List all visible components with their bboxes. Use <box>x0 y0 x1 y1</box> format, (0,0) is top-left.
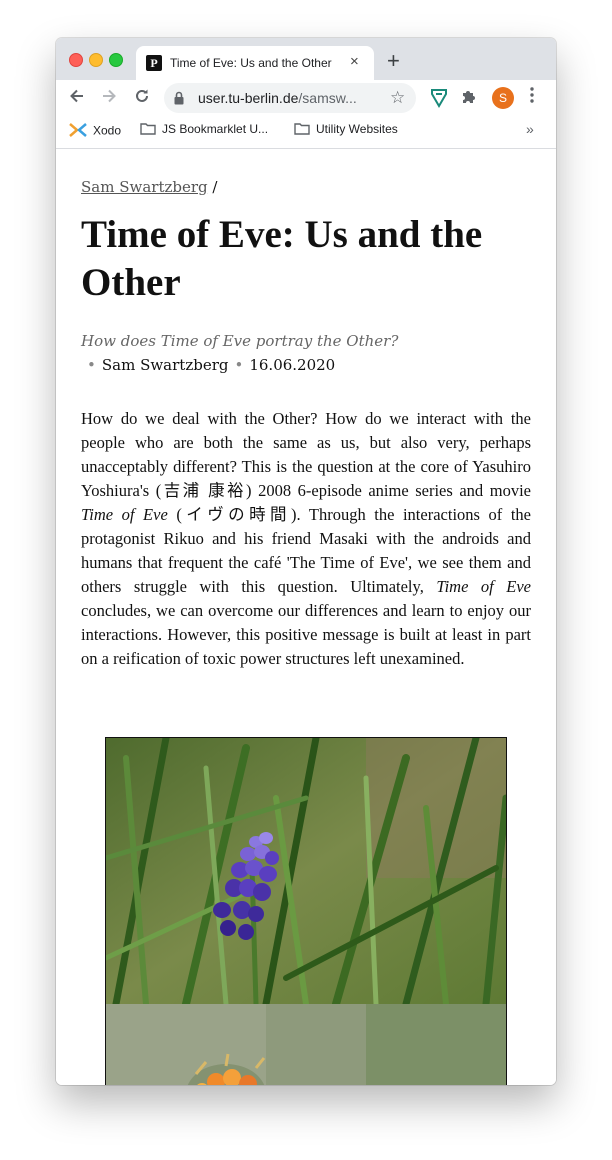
article-author: Sam Swartzberg <box>101 356 229 374</box>
article-image <box>105 737 507 1085</box>
article-paragraph: How do we deal with the Other? How do we… <box>81 409 531 668</box>
tab-title: Time of Eve: Us and the Other <box>170 56 332 70</box>
minimize-window-button[interactable] <box>89 53 103 67</box>
lock-icon[interactable] <box>174 91 184 105</box>
tab-strip: P Time of Eve: Us and the Other × + <box>56 38 556 80</box>
folder-icon <box>294 122 310 138</box>
article-meta: How does Time of Eve portray the Other? •… <box>81 329 441 377</box>
bookmark-star-icon[interactable]: ☆ <box>390 88 405 108</box>
bookmarks-overflow-button[interactable]: » <box>526 121 534 137</box>
bookmark-js-bookmarklet[interactable]: JS Bookmarklet U... <box>140 122 268 138</box>
forward-icon[interactable] <box>100 87 118 109</box>
browser-window: P Time of Eve: Us and the Other × + user… <box>56 38 556 1085</box>
article-title: Time of Eve: Us and the Other <box>81 213 483 304</box>
back-icon[interactable] <box>68 87 86 109</box>
puzzle-icon[interactable] <box>460 88 478 111</box>
bookmark-xodo[interactable]: Xodo <box>69 122 121 141</box>
xodo-icon <box>69 122 87 141</box>
article-date: 16.06.2020 <box>249 356 336 374</box>
grape-hyacinth-photo <box>106 738 506 1004</box>
page-content: Sam Swartzberg / Time of Eve: Us and the… <box>56 149 556 1085</box>
meta-separator: • <box>87 356 96 374</box>
bookmark-utility-websites[interactable]: Utility Websites <box>294 122 398 138</box>
article-subtitle: How does Time of Eve portray the Other? <box>81 332 399 350</box>
url-text[interactable]: user.tu-berlin.de/samsw... <box>198 90 376 106</box>
breadcrumb-author-link[interactable]: Sam Swartzberg <box>81 178 208 196</box>
breadcrumb: Sam Swartzberg / <box>81 178 217 196</box>
tab-active[interactable]: P Time of Eve: Us and the Other × <box>136 46 374 80</box>
tts-extension-icon[interactable] <box>430 88 448 113</box>
address-bar[interactable]: user.tu-berlin.de/samsw... ☆ <box>164 83 416 113</box>
new-tab-button[interactable]: + <box>387 50 400 72</box>
reload-icon[interactable] <box>133 87 151 109</box>
kebab-menu-icon[interactable] <box>530 87 534 107</box>
favicon-icon: P <box>146 55 162 71</box>
folder-icon <box>140 122 156 138</box>
bookmarks-bar: Xodo JS Bookmarklet U... Utility Website… <box>56 116 556 149</box>
tab-close-icon[interactable]: × <box>350 53 359 71</box>
meta-separator: • <box>234 356 244 374</box>
close-window-button[interactable] <box>69 53 83 67</box>
profile-avatar[interactable]: S <box>492 87 514 109</box>
second-flower-photo <box>106 1004 506 1085</box>
breadcrumb-separator: / <box>212 178 218 196</box>
toolbar: user.tu-berlin.de/samsw... ☆ S <box>56 80 556 116</box>
zoom-window-button[interactable] <box>109 53 123 67</box>
